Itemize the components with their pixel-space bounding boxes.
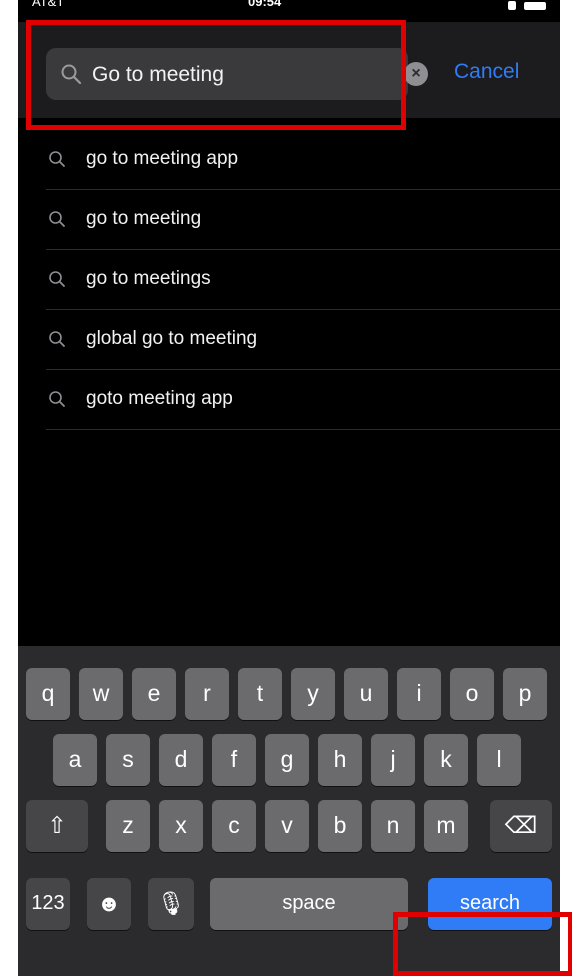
key-j[interactable]: j xyxy=(371,734,415,786)
search-icon xyxy=(49,391,65,407)
key-u[interactable]: u xyxy=(344,668,388,720)
key-d[interactable]: d xyxy=(159,734,203,786)
microphone-key[interactable]: 🎙 xyxy=(148,878,194,930)
search-icon xyxy=(49,271,65,287)
suggestion-item[interactable]: go to meetings xyxy=(46,250,560,310)
key-b[interactable]: b xyxy=(318,800,362,852)
search-icon xyxy=(49,211,65,227)
suggestion-item[interactable]: go to meeting xyxy=(46,190,560,250)
carrier-label: AT&T xyxy=(32,0,65,9)
keyboard-row-3: ⇧ z x c v b n m ⌫ xyxy=(18,800,560,854)
key-x[interactable]: x xyxy=(159,800,203,852)
shift-key[interactable]: ⇧ xyxy=(26,800,88,852)
backspace-key[interactable]: ⌫ xyxy=(490,800,552,852)
emoji-key[interactable]: ☻ xyxy=(87,878,131,930)
cancel-button[interactable]: Cancel xyxy=(454,60,519,84)
suggestion-label: global go to meeting xyxy=(86,328,258,349)
space-key[interactable]: space xyxy=(210,878,408,930)
search-icon xyxy=(49,151,65,167)
rotation-lock-icon xyxy=(508,1,516,10)
search-icon xyxy=(49,331,65,347)
key-h[interactable]: h xyxy=(318,734,362,786)
key-y[interactable]: y xyxy=(291,668,335,720)
status-bar: AT&T 09:54 xyxy=(18,0,560,22)
key-k[interactable]: k xyxy=(424,734,468,786)
clock-label: 09:54 xyxy=(248,0,282,9)
highlight-box-search-key xyxy=(393,912,572,976)
phone-screen: AT&T 09:54 × Cancel go to meeting app go… xyxy=(18,0,560,976)
key-l[interactable]: l xyxy=(477,734,521,786)
suggestion-item[interactable]: go to meeting app xyxy=(46,130,560,190)
key-v[interactable]: v xyxy=(265,800,309,852)
key-s[interactable]: s xyxy=(106,734,150,786)
key-t[interactable]: t xyxy=(238,668,282,720)
suggestion-item[interactable]: goto meeting app xyxy=(46,370,560,430)
suggestion-label: go to meeting xyxy=(86,208,202,229)
suggestion-label: go to meetings xyxy=(86,268,211,289)
keyboard-row-1: q w e r t y u i o p xyxy=(18,668,560,722)
key-a[interactable]: a xyxy=(53,734,97,786)
clear-text-button[interactable]: × xyxy=(404,62,428,86)
key-c[interactable]: c xyxy=(212,800,256,852)
key-n[interactable]: n xyxy=(371,800,415,852)
key-q[interactable]: q xyxy=(26,668,70,720)
key-p[interactable]: p xyxy=(503,668,547,720)
key-e[interactable]: e xyxy=(132,668,176,720)
key-i[interactable]: i xyxy=(397,668,441,720)
key-w[interactable]: w xyxy=(79,668,123,720)
key-o[interactable]: o xyxy=(450,668,494,720)
key-m[interactable]: m xyxy=(424,800,468,852)
suggestion-label: goto meeting app xyxy=(86,388,233,409)
numbers-key[interactable]: 123 xyxy=(26,878,70,930)
suggestion-label: go to meeting app xyxy=(86,148,239,169)
key-z[interactable]: z xyxy=(106,800,150,852)
suggestion-item[interactable]: global go to meeting xyxy=(46,310,560,370)
keyboard-row-2: a s d f g h j k l xyxy=(18,734,560,788)
suggestions-list: go to meeting app go to meeting go to me… xyxy=(46,130,560,430)
key-f[interactable]: f xyxy=(212,734,256,786)
battery-icon xyxy=(524,2,546,10)
highlight-box-search-field xyxy=(26,20,406,130)
key-r[interactable]: r xyxy=(185,668,229,720)
key-g[interactable]: g xyxy=(265,734,309,786)
